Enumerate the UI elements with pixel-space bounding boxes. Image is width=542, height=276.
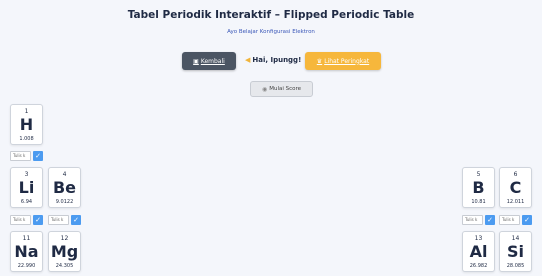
atomic-mass: 26.982 [469, 263, 488, 269]
answer-input[interactable]: Tulis k [48, 215, 69, 225]
atomic-mass: 28.085 [506, 263, 525, 269]
element-symbol: Na [14, 242, 39, 261]
atomic-number: 6 [513, 171, 518, 178]
atomic-mass: 10.81 [471, 199, 486, 205]
check-button[interactable]: ✓ [33, 151, 43, 161]
atomic-number: 12 [60, 235, 69, 242]
element-symbol: C [509, 178, 522, 197]
atomic-number: 11 [22, 235, 31, 242]
start-score-label: Mulai Score [269, 86, 302, 92]
atomic-mass: 22.990 [17, 263, 36, 269]
check-button[interactable]: ✓ [485, 215, 495, 225]
atomic-number: 4 [62, 171, 67, 178]
answer-row-h: Tulis k ✓ [10, 151, 43, 161]
atomic-mass: 9.0122 [55, 199, 74, 205]
check-button[interactable]: ✓ [522, 215, 532, 225]
atomic-number: 3 [24, 171, 29, 178]
eye-icon: ◉ [261, 85, 268, 93]
answer-input[interactable]: Tulis k [10, 151, 31, 161]
element-card-li[interactable]: 3 Li 6.94 [10, 167, 43, 208]
answer-input[interactable]: Tulis k [10, 215, 31, 225]
element-symbol: Be [52, 178, 77, 197]
atomic-number: 14 [511, 235, 520, 242]
element-symbol: B [472, 178, 485, 197]
element-card-mg[interactable]: 12 Mg 24.305 [48, 231, 81, 272]
atomic-number: 5 [476, 171, 481, 178]
answer-row-c: Tulis k ✓ [499, 215, 532, 225]
check-button[interactable]: ✓ [33, 215, 43, 225]
element-symbol: Li [18, 178, 35, 197]
atomic-number: 13 [474, 235, 483, 242]
atomic-mass: 1.008 [19, 136, 34, 142]
back-icon: ▣ [193, 57, 199, 65]
element-symbol: Si [506, 242, 524, 261]
element-card-si[interactable]: 14 Si 28.085 [499, 231, 532, 272]
element-symbol: Mg [50, 242, 79, 261]
atomic-number: 1 [24, 108, 29, 115]
element-card-na[interactable]: 11 Na 22.990 [10, 231, 43, 272]
megaphone-icon: ◀ [245, 56, 251, 64]
atomic-mass: 12.011 [506, 199, 525, 205]
page-title: Tabel Periodik Interaktif – Flipped Peri… [127, 9, 415, 21]
page-subtitle: Ayo Belajar Konfigurasi Elektron [227, 29, 315, 35]
check-button[interactable]: ✓ [71, 215, 81, 225]
start-score-button[interactable]: ◉ Mulai Score [250, 81, 313, 97]
view-ranking-label: Lihat Peringkat [324, 57, 370, 65]
greeting-text: Hai, Ipungg! [252, 56, 302, 64]
answer-input[interactable]: Tulis k [462, 215, 483, 225]
answer-row-be: Tulis k ✓ [48, 215, 81, 225]
element-card-c[interactable]: 6 C 12.011 [499, 167, 532, 208]
element-card-b[interactable]: 5 B 10.81 [462, 167, 495, 208]
back-button[interactable]: ▣ Kembali [182, 52, 236, 70]
greeting: ◀ Hai, Ipungg! [245, 53, 301, 67]
trophy-icon: ♛ [316, 57, 323, 65]
atomic-mass: 24.305 [55, 263, 74, 269]
view-ranking-button[interactable]: ♛ Lihat Peringkat [305, 52, 381, 70]
answer-row-li: Tulis k ✓ [10, 215, 43, 225]
element-symbol: H [19, 115, 34, 134]
element-card-be[interactable]: 4 Be 9.0122 [48, 167, 81, 208]
element-card-h[interactable]: 1 H 1.008 [10, 104, 43, 145]
atomic-mass: 6.94 [20, 199, 33, 205]
element-symbol: Al [469, 242, 488, 261]
back-button-label: Kembali [200, 57, 225, 65]
answer-input[interactable]: Tulis k [499, 215, 520, 225]
element-card-al[interactable]: 13 Al 26.982 [462, 231, 495, 272]
answer-row-b: Tulis k ✓ [462, 215, 495, 225]
